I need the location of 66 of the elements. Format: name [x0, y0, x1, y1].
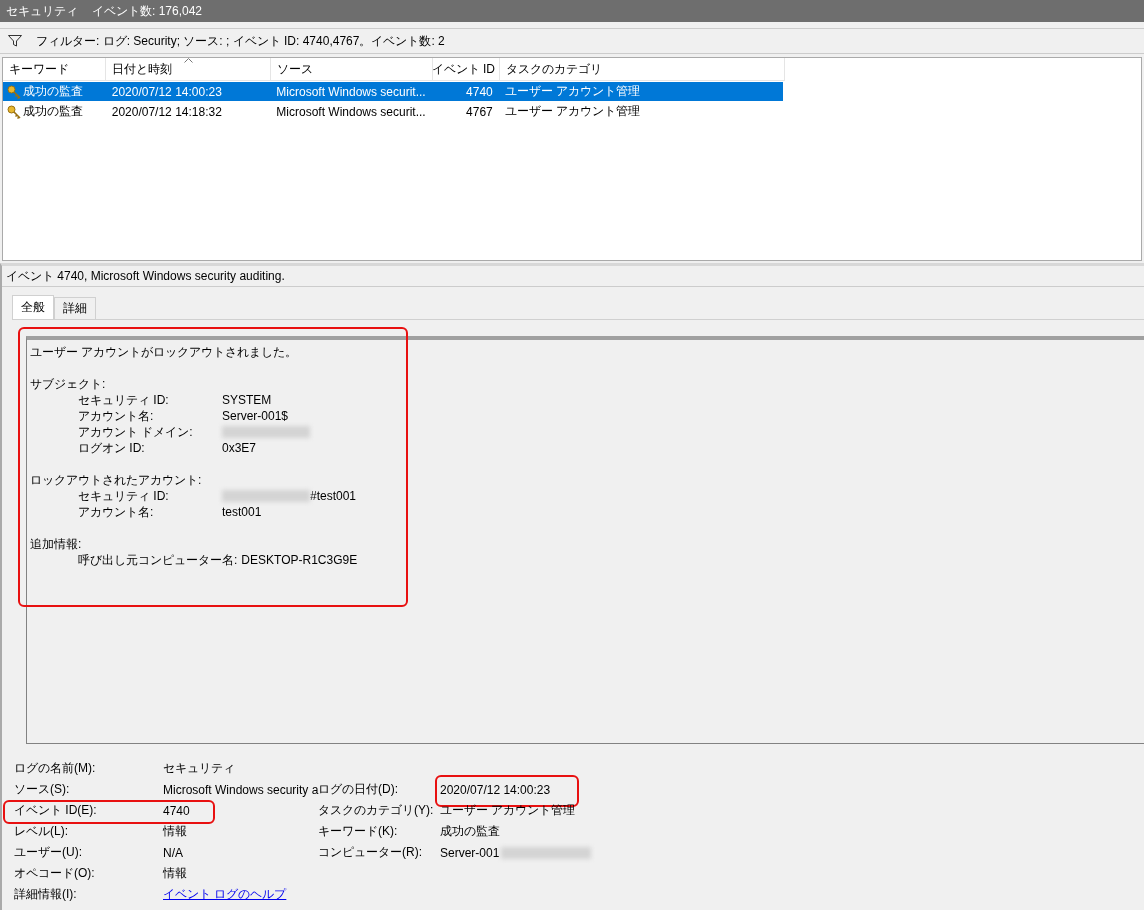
filter-text: フィルター: ログ: Security; ソース: ; イベント ID: 4740,4767。イベント数: 2: [36, 32, 445, 50]
message-text: ユーザー アカウントがロックアウトされました。: [30, 344, 299, 360]
property-value: 4740: [163, 803, 190, 818]
property-value: 情報: [163, 865, 187, 882]
property-label: ソース(S):: [14, 781, 71, 798]
property-value: 情報: [163, 823, 187, 840]
property-value: 成功の監査: [440, 823, 500, 840]
key-icon: [7, 104, 21, 119]
field-label: アカウント名:: [78, 504, 155, 520]
log-title: セキュリティ: [6, 2, 78, 20]
property-value: Server-001: [440, 845, 500, 860]
table-cell: 成功の監査: [23, 103, 83, 120]
field-label: アカウント ドメイン:: [78, 424, 194, 440]
property-label: レベル(L):: [14, 823, 69, 840]
event-row[interactable]: 成功の監査 2020/07/12 14:18:32 Microsoft Windows securit... 4767 ユーザー アカウント管理: [3, 102, 783, 121]
property-label: コンピューター(R):: [318, 844, 423, 861]
help-link[interactable]: イベント ログのヘルプ: [163, 886, 287, 903]
key-icon: [7, 84, 21, 99]
property-label: オペコード(O):: [14, 865, 96, 882]
field-label: 呼び出し元コンピューター名:: [78, 552, 239, 568]
property-value: Microsoft Windows security a: [163, 782, 319, 797]
field-value: test001: [222, 504, 262, 520]
event-count: イベント数: 176,042: [92, 2, 203, 20]
section-heading: サブジェクト:: [30, 376, 107, 392]
property-label: 詳細情報(I):: [14, 886, 78, 903]
column-header[interactable]: ソース: [271, 58, 433, 80]
table-cell: 2020/07/12 14:18:32: [111, 104, 222, 119]
filter-icon: [8, 35, 22, 47]
table-cell: Microsoft Windows securit...: [276, 84, 426, 99]
field-label: アカウント名:: [78, 408, 155, 424]
table-cell: ユーザー アカウント管理: [504, 83, 641, 100]
field-value: SYSTEM: [222, 392, 272, 408]
tab[interactable]: 全般: [12, 295, 54, 319]
table-cell: 2020/07/12 14:00:23: [111, 84, 222, 99]
column-header[interactable]: タスクのカテゴリ: [500, 58, 785, 80]
field-value: 0x3E7: [222, 440, 257, 456]
column-header[interactable]: 日付と時刻: [106, 58, 271, 80]
property-label: イベント ID(E):: [14, 802, 98, 819]
property-label: タスクのカテゴリ(Y):: [318, 802, 435, 819]
property-label: ログの名前(M):: [14, 760, 97, 777]
column-header[interactable]: イベント ID: [433, 58, 500, 80]
tab[interactable]: 詳細: [54, 297, 96, 319]
property-label: ログの日付(D):: [318, 781, 399, 798]
property-value: ユーザー アカウント管理: [440, 802, 576, 819]
field-label: セキュリティ ID:: [78, 392, 170, 408]
table-cell: 4740: [466, 84, 493, 99]
property-label: ユーザー(U):: [14, 844, 83, 861]
property-value: 2020/07/12 14:00:23: [440, 782, 551, 797]
field-label: ログオン ID:: [78, 440, 146, 456]
table-cell: Microsoft Windows securit...: [276, 104, 426, 119]
table-cell: 成功の監査: [23, 83, 83, 100]
column-header[interactable]: キーワード: [3, 58, 106, 80]
event-row[interactable]: 成功の監査 2020/07/12 14:00:23 Microsoft Windows securit... 4740 ユーザー アカウント管理: [3, 82, 783, 101]
field-label: セキュリティ ID:: [78, 488, 170, 504]
table-cell: ユーザー アカウント管理: [504, 103, 641, 120]
property-value: N/A: [163, 845, 183, 860]
property-label: キーワード(K):: [318, 823, 399, 840]
field-value: #test001: [310, 488, 357, 504]
property-value: セキュリティ: [163, 760, 235, 777]
field-value: DESKTOP-R1C3G9E: [241, 552, 358, 568]
section-heading: ロックアウトされたアカウント:: [30, 472, 203, 488]
event-header: イベント 4740, Microsoft Windows security auditing.: [2, 266, 1144, 287]
table-cell: 4767: [466, 104, 493, 119]
field-value: Server-001$: [222, 408, 289, 424]
section-heading: 追加情報:: [30, 536, 83, 552]
sort-caret-icon: [184, 58, 193, 63]
